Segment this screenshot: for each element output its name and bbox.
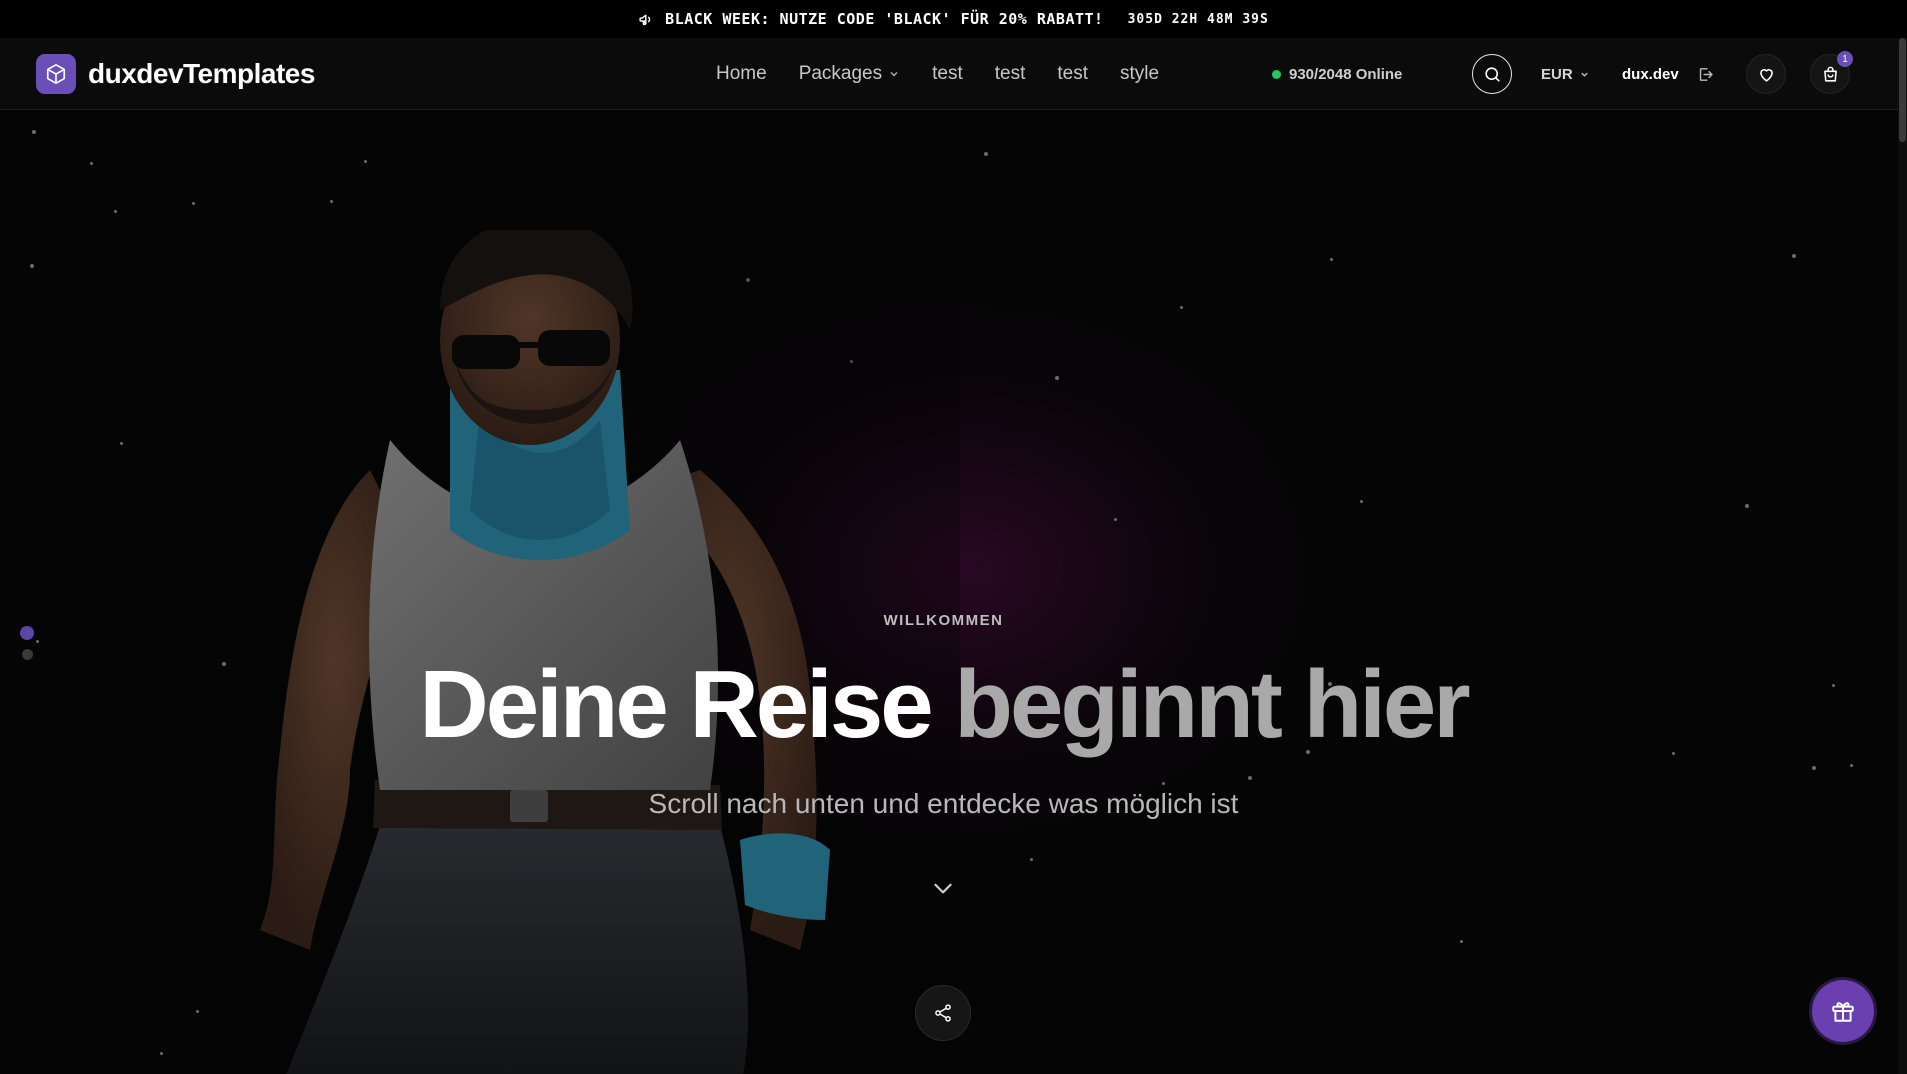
main-nav: Home Packages test test test style xyxy=(716,38,1159,110)
nav-test-3[interactable]: test xyxy=(1057,63,1088,85)
share-icon xyxy=(935,1004,951,1022)
countdown-timer: 305D 22H 48M 39S xyxy=(1127,11,1269,27)
page-scrollbar[interactable] xyxy=(1898,38,1907,1074)
search-button[interactable] xyxy=(1472,54,1512,94)
announcement-text: BLACK WEEK: NUTZE CODE 'BLACK' FÜR 20% R… xyxy=(665,10,1104,28)
currency-select[interactable]: EUR xyxy=(1541,38,1590,110)
nav-home[interactable]: Home xyxy=(716,63,767,85)
search-icon xyxy=(1484,66,1500,82)
announcement-bar: BLACK WEEK: NUTZE CODE 'BLACK' FÜR 20% R… xyxy=(0,0,1907,38)
logo-text: duxdevTemplates xyxy=(88,58,315,89)
headline-primary: Deine Reise xyxy=(419,651,933,758)
online-count: 930/2048 Online xyxy=(1289,65,1403,83)
online-status: 930/2048 Online xyxy=(1272,38,1402,110)
hero-headline: Deine Reise beginnt hier xyxy=(0,652,1887,758)
hero-section: WILLKOMMEN Deine Reise beginnt hier Scro… xyxy=(0,110,1898,1074)
headline-secondary: beginnt hier xyxy=(954,651,1470,758)
hero-subline: Scroll nach unten und entdecke was mögli… xyxy=(648,788,1239,819)
cube-icon xyxy=(36,54,76,94)
site-header: duxdevTemplates Home Packages test test … xyxy=(0,38,1898,110)
cart-count-badge: 1 xyxy=(1837,51,1853,67)
gift-icon xyxy=(1832,1002,1854,1022)
cart-button[interactable]: 1 xyxy=(1810,51,1853,94)
online-indicator-dot xyxy=(1272,69,1281,79)
heart-icon xyxy=(1759,68,1773,82)
chevron-down-icon xyxy=(890,71,898,77)
megaphone-icon xyxy=(639,14,651,25)
currency-value: EUR xyxy=(1541,65,1573,83)
shopping-bag-icon xyxy=(1823,66,1837,82)
user-menu[interactable]: dux.dev xyxy=(1622,38,1714,110)
scrollbar-thumb[interactable] xyxy=(1899,38,1906,142)
nav-style[interactable]: style xyxy=(1120,63,1159,85)
username: dux.dev xyxy=(1622,65,1679,83)
nav-packages[interactable]: Packages xyxy=(799,63,900,85)
nav-test-1[interactable]: test xyxy=(932,63,963,85)
wishlist-button[interactable] xyxy=(1746,54,1786,94)
nav-test-2[interactable]: test xyxy=(995,63,1026,85)
scroll-down-icon[interactable] xyxy=(930,875,956,901)
share-button[interactable] xyxy=(915,985,971,1041)
gift-button[interactable] xyxy=(1812,980,1874,1042)
hero-eyebrow: WILLKOMMEN xyxy=(883,612,1004,629)
site-logo[interactable]: duxdevTemplates xyxy=(36,54,315,94)
chevron-down-icon xyxy=(1580,72,1588,77)
logout-icon[interactable] xyxy=(1697,66,1714,83)
